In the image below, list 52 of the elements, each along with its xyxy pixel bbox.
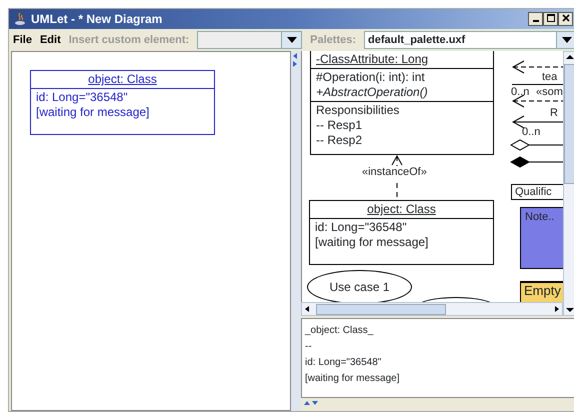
maximize-button[interactable] — [543, 12, 558, 26]
object-title: object: Class — [366, 202, 437, 217]
use-case-element[interactable]: Use case 1 — [307, 270, 412, 302]
class-operation: +AbstractOperation() — [316, 85, 429, 100]
scroll-thumb[interactable] — [564, 64, 574, 184]
relation-label: R — [550, 107, 558, 120]
object-line: id: Long="36548" — [36, 90, 129, 105]
caret-icon — [286, 37, 297, 43]
relation-label: tea — [542, 71, 558, 84]
relation-label: 0..n — [511, 86, 530, 99]
responsibility-line: Responsibilities — [316, 103, 400, 118]
app-icon — [13, 12, 27, 26]
class-operation: #Operation(i: int): int — [316, 70, 426, 85]
composition-relation[interactable] — [510, 156, 563, 168]
palette-dropdown[interactable]: default_palette.uxf — [364, 31, 574, 49]
minimize-button[interactable] — [528, 12, 543, 26]
object-element[interactable]: object: Class id: Long="36548" [waiting for message] — [309, 200, 494, 265]
package-element[interactable]: Empty — [520, 281, 563, 302]
vertical-scrollbar[interactable] — [563, 51, 574, 316]
responsibility-line: -- Resp1 — [316, 118, 364, 133]
scroll-thumb[interactable] — [316, 304, 446, 314]
close-button[interactable] — [558, 12, 573, 26]
text-editor[interactable]: _object: Class_ -- id: Long="36548" [waiting for message] — [301, 318, 574, 398]
class-attribute: -ClassAttribute: Long — [316, 52, 430, 67]
responsibility-line: -- Resp2 — [316, 133, 364, 148]
object-title: object: Class — [87, 72, 158, 87]
relation-label: «instanceOf» — [362, 166, 427, 179]
class-element[interactable]: -ClassAttribute: Long #Operation(i: int): int +AbstractOperation() Responsibilities -- Resp1 -- Resp2 — [310, 51, 494, 155]
relation-label: «som — [536, 86, 563, 99]
window-title: UMLet - * New Diagram — [31, 11, 162, 28]
menu-item[interactable]: File — [13, 32, 32, 48]
object-line: [waiting for message] — [36, 105, 150, 120]
scroll-down-icon — [564, 305, 574, 315]
object-element[interactable]: object: Class id: Long="36548" [waiting for message] — [30, 70, 215, 135]
editor-line: _object: Class_ — [305, 324, 374, 338]
object-line: [waiting for message] — [315, 235, 430, 250]
aggregation-relation[interactable] — [510, 139, 563, 151]
maximize-icon — [546, 14, 554, 22]
splitter-arrows-icon — [292, 53, 298, 67]
object-line: id: Long="36548" — [315, 220, 408, 235]
palettes-label: Palettes: — [310, 32, 356, 48]
editor-line: id: Long="36548" — [305, 356, 382, 370]
editor-line: -- — [305, 340, 313, 354]
menu-item[interactable]: Edit — [40, 32, 61, 48]
scroll-up-icon — [564, 52, 574, 62]
caret-icon — [562, 37, 572, 43]
close-icon — [562, 14, 570, 22]
expand-arrows-icon — [304, 399, 318, 407]
horizontal-scrollbar[interactable] — [301, 302, 563, 316]
relation-label: 0..n — [522, 126, 540, 139]
editor-line: [waiting for message] — [305, 372, 400, 386]
note-element[interactable]: Note.. — [520, 207, 563, 269]
